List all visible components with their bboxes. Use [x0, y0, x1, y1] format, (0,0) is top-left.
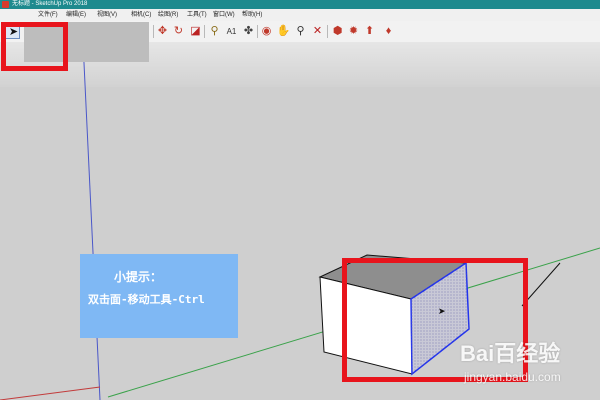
- toolbar-separator: [153, 25, 154, 38]
- pan-icon: ✋: [276, 25, 291, 37]
- blue-axis-line: [82, 42, 101, 400]
- tape-measure-icon: ⚲: [210, 25, 219, 37]
- move-tool-button[interactable]: ✥: [155, 24, 170, 39]
- extension-icon: ✹: [348, 25, 359, 37]
- tip-title: 小提示：: [114, 270, 163, 284]
- zoom-extents-icon: ✕: [312, 25, 323, 37]
- zoom-tool-button[interactable]: ⚲: [293, 24, 308, 39]
- share-icon: ⬆: [364, 25, 375, 37]
- zoom-icon: ⚲: [296, 25, 305, 37]
- sketchup-window: 无标题 - SketchUp Pro 2018 文件(F) 编辑(E) 视图(V…: [0, 0, 600, 400]
- watermark-brand: Bai百经验: [460, 341, 561, 366]
- menu-draw[interactable]: 绘图(R): [158, 9, 178, 21]
- move-icon: ✥: [157, 25, 168, 37]
- sketchup-app-icon: [2, 1, 9, 8]
- axes-icon: ✤: [243, 25, 254, 37]
- ruby-icon: ♦: [385, 25, 392, 37]
- toolbar-separator: [257, 25, 258, 38]
- menu-tools[interactable]: 工具(T): [187, 9, 207, 21]
- toolbar-separator: [204, 25, 205, 38]
- window-title: 无标题 - SketchUp Pro 2018: [12, 1, 88, 7]
- follow-me-tool-button[interactable]: ↻: [171, 24, 186, 39]
- extension-warehouse-button[interactable]: ✹: [346, 24, 361, 39]
- text-tool-button[interactable]: A1: [224, 24, 239, 39]
- follow-me-icon: ↻: [173, 25, 184, 37]
- tip-text: 双击面-移动工具-Ctrl: [88, 293, 205, 306]
- share-model-button[interactable]: ⬆: [362, 24, 377, 39]
- menu-file[interactable]: 文件(F): [38, 9, 58, 21]
- menu-window[interactable]: 窗口(W): [213, 9, 235, 21]
- zoom-extents-tool-button[interactable]: ✕: [310, 24, 325, 39]
- offset-tool-button[interactable]: ◪: [188, 24, 203, 39]
- orbit-icon: ◉: [261, 25, 272, 37]
- ruby-console-button[interactable]: ♦: [381, 24, 396, 39]
- toolbar-separator: [327, 25, 328, 38]
- 3d-warehouse-button[interactable]: ⬢: [330, 24, 345, 39]
- text-icon: A1: [226, 27, 237, 36]
- pan-tool-button[interactable]: ✋: [276, 24, 291, 39]
- menu-view[interactable]: 视图(V): [97, 9, 117, 21]
- tape-measure-tool-button[interactable]: ⚲: [207, 24, 222, 39]
- tip-box: 小提示： 双击面-移动工具-Ctrl: [80, 254, 238, 338]
- highlight-select-tool: [1, 22, 68, 71]
- menu-camera[interactable]: 相机(C): [131, 9, 151, 21]
- orbit-tool-button[interactable]: ◉: [259, 24, 274, 39]
- baidu-watermark: Bai百经验 jingyan.baidu.com: [460, 336, 590, 396]
- warehouse-icon: ⬢: [332, 25, 343, 37]
- offset-icon: ◪: [190, 25, 201, 37]
- paint-bucket-tool-button[interactable]: ✤: [241, 24, 256, 39]
- menu-edit[interactable]: 编辑(E): [66, 9, 86, 21]
- menu-help[interactable]: 帮助(H): [242, 9, 262, 21]
- red-axis-line: [0, 386, 101, 400]
- watermark-site: jingyan.baidu.com: [464, 370, 561, 384]
- title-bar: 无标题 - SketchUp Pro 2018: [0, 0, 600, 9]
